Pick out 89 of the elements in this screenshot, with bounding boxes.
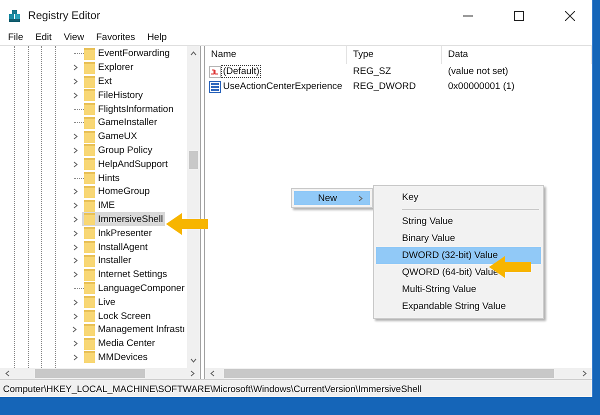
value-row[interactable]: (Default) REG_SZ (value not set) [205,64,592,79]
folder-icon [84,241,95,254]
value-name: UseActionCenterExperience [222,81,344,92]
menu-item[interactable]: Key [376,189,541,206]
tree-item[interactable]: HomeGroup [82,184,152,199]
menu-item[interactable]: Binary Value [376,230,541,247]
scroll-right-icon [189,370,196,377]
tree-item[interactable]: IME [82,198,117,213]
tree-item[interactable]: FlightsInformation [82,102,176,116]
tree-item[interactable]: InstallAgent [82,240,150,254]
menu-item[interactable]: String Value [376,213,541,230]
scroll-up-icon [190,50,197,57]
menu-item[interactable]: Multi-String Value [376,281,541,298]
folder-icon [84,338,95,350]
status-bar-path: Computer\HKEY_LOCAL_MACHINE\SOFTWARE\Microsoft\Windows\CurrentVersion\ImmersiveShell [3,384,422,394]
menu-item[interactable]: Expandable String Value [376,298,541,315]
value-data: 0x00000001 (1) [447,81,516,92]
folder-icon [84,227,95,240]
menu-item[interactable]: New [294,191,370,205]
string-value-icon [209,66,221,78]
column-header[interactable]: Name [205,46,347,64]
value-type: REG_SZ [352,66,392,77]
menu-item[interactable]: Help [141,31,173,45]
menu-item[interactable]: Edit [29,31,58,45]
tree-item[interactable]: Group Policy [82,143,154,158]
tree-item[interactable]: Installer [82,254,134,268]
value-name: (Default) [222,66,260,77]
folder-icon [84,310,95,322]
menu-item[interactable]: Favorites [90,31,142,45]
menu-item[interactable]: View [58,31,90,45]
maximize-icon[interactable] [514,10,524,20]
tree-item[interactable]: HelpAndSupport [82,157,170,172]
tree-item[interactable]: Management Infrastı [82,322,187,337]
tree-item[interactable]: ImmersiveShell [82,212,165,226]
value-data: (value not set) [447,66,510,77]
tree-item[interactable]: GameInstaller [82,116,160,130]
scroll-left-icon [4,370,11,377]
scroll-down-icon [190,357,197,364]
scrollbar-thumb[interactable] [189,151,198,169]
tree-item[interactable]: Live [82,295,118,310]
tree-item[interactable]: Lock Screen [82,309,153,324]
value-row[interactable]: UseActionCenterExperience REG_DWORD 0x00000001 (1) [205,79,592,94]
folder-icon [84,186,95,198]
folder-icon [84,324,95,336]
folder-icon [84,130,95,143]
value-type: REG_DWORD [352,81,417,92]
tree-item[interactable]: FileHistory [82,88,145,102]
tree-item[interactable]: Internet Settings [82,268,170,282]
scrollbar-thumb[interactable] [224,369,554,378]
window-title: Registry Editor [28,10,102,22]
horizontal-scrollbar[interactable] [205,368,592,379]
menu-item[interactable]: DWORD (32-bit) Value [376,247,541,264]
folder-icon [84,268,95,281]
tree-item[interactable]: Hints [82,171,122,186]
folder-icon [84,158,95,170]
folder-icon [84,282,95,294]
column-header[interactable]: Type [347,46,442,64]
horizontal-scrollbar[interactable] [0,368,200,379]
pointer-arrow [166,213,208,235]
tree-item[interactable]: InkPresenter [82,226,154,240]
scroll-left-icon [209,370,216,377]
folder-icon [84,62,95,74]
tree-item[interactable]: MMDevices [82,350,150,364]
column-header[interactable]: Data [442,46,592,64]
folder-icon [84,103,95,116]
tree-item[interactable]: Ext [82,74,114,88]
menu-item[interactable]: File [2,31,30,45]
scroll-right-icon [581,370,588,377]
tree-item[interactable]: Media Center [82,336,158,351]
folder-icon [84,213,95,226]
folder-icon [84,351,95,364]
registry-cubes-icon [8,8,22,22]
folder-icon [84,116,95,129]
folder-icon [84,76,95,88]
scrollbar-thumb[interactable] [35,369,145,378]
tree-item[interactable]: Explorer [82,60,136,75]
folder-icon [84,89,95,102]
tree-item[interactable]: EventForwarding [82,46,172,61]
folder-icon [84,254,95,267]
tree-item[interactable]: LanguageComponer [82,281,187,296]
folder-icon [84,172,95,184]
close-icon[interactable] [564,10,574,20]
folder-icon [84,48,95,60]
binary-value-icon [209,80,221,92]
folder-icon [84,144,95,156]
folder-icon [84,296,95,308]
vertical-scrollbar[interactable] [187,46,200,368]
folder-icon [84,200,95,212]
tree-item[interactable]: GameUX [82,130,140,144]
